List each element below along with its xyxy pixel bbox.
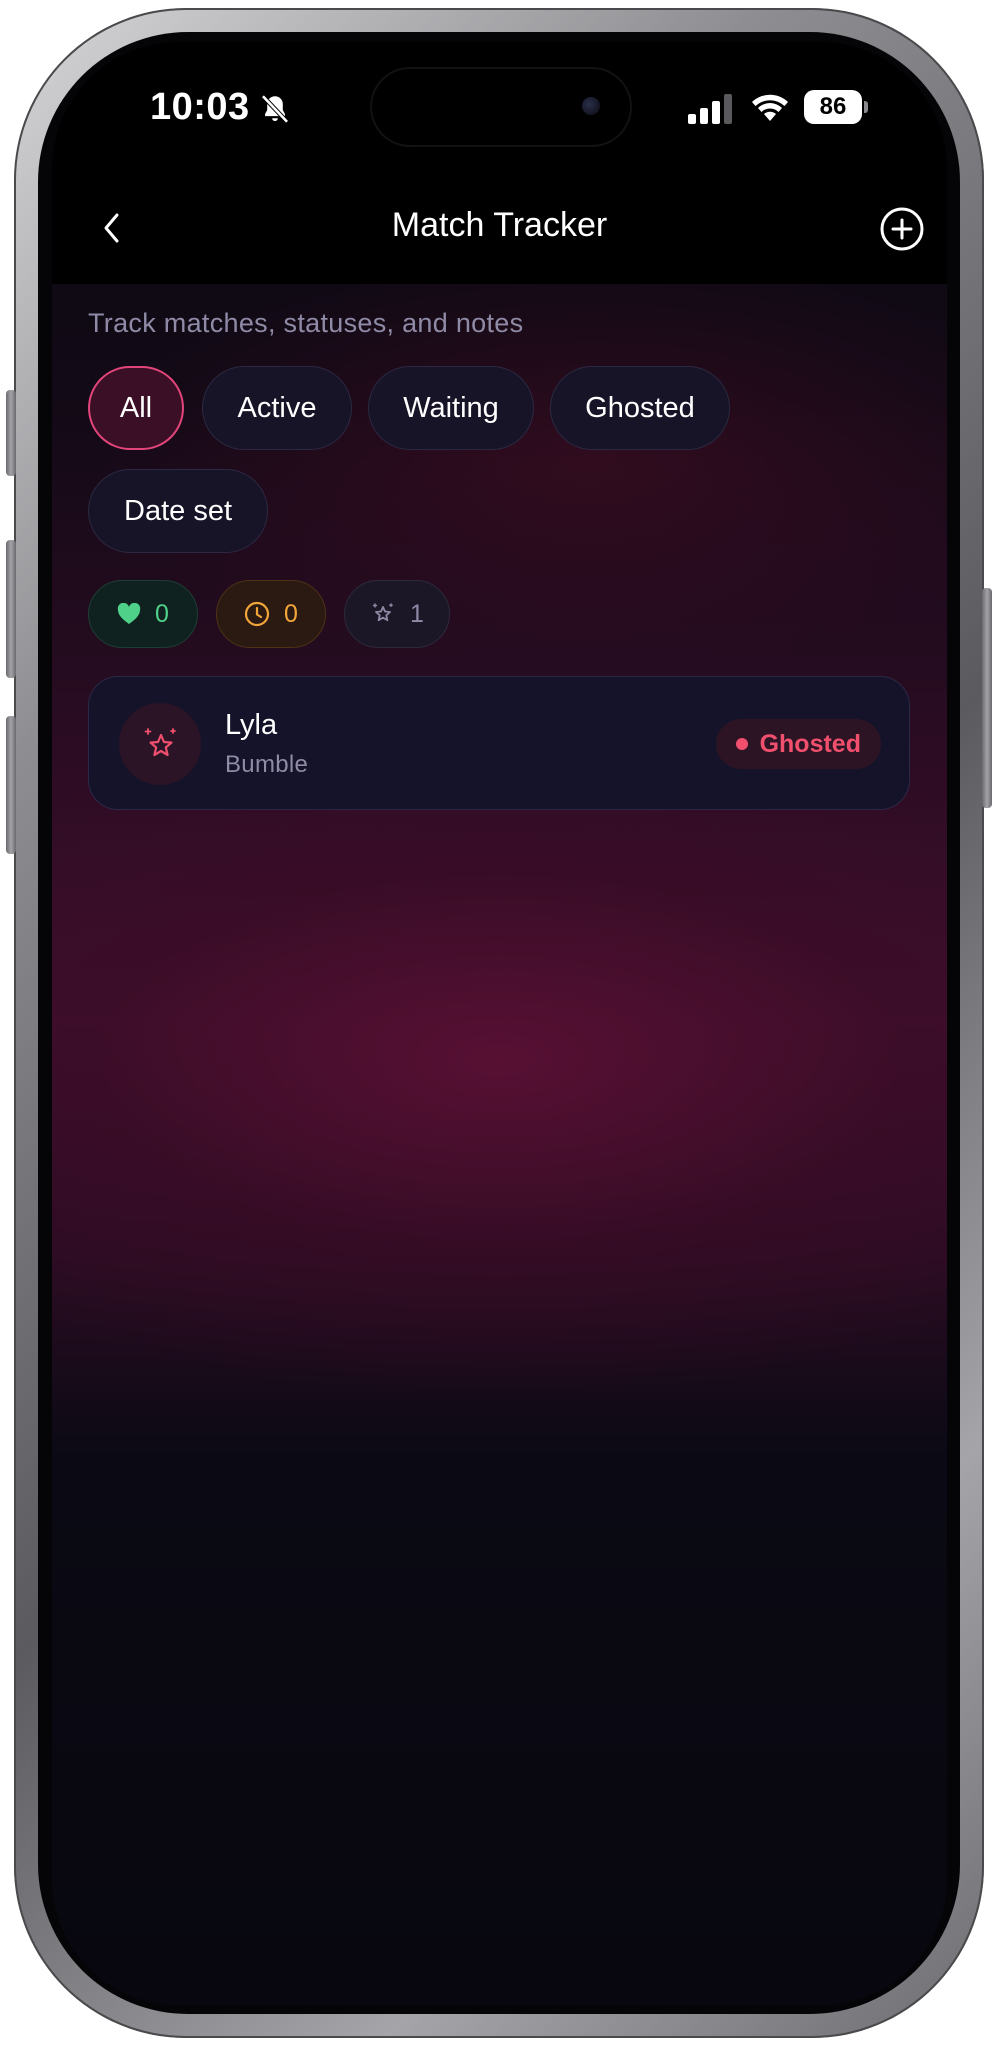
volume-up-button	[6, 540, 16, 678]
wifi-icon	[752, 94, 788, 121]
stat-count: 0	[155, 599, 169, 628]
ghost-star-icon	[372, 603, 393, 622]
status-badge-label: Ghosted	[759, 729, 861, 758]
filter-chip-ghosted[interactable]: Ghosted	[550, 366, 730, 450]
stat-active-count: 0	[88, 580, 198, 648]
power-button	[982, 588, 992, 808]
status-badge: Ghosted	[715, 719, 881, 769]
clock-icon	[244, 601, 270, 627]
match-card[interactable]: Lyla Bumble Ghosted	[88, 676, 910, 810]
page-subtitle: Track matches, statuses, and notes	[88, 308, 524, 338]
filter-chip-label: Active	[237, 391, 317, 424]
signal-icon	[688, 94, 732, 124]
heart-icon	[117, 603, 141, 624]
match-app: Bumble	[225, 751, 309, 778]
stat-ghosted-count: 1	[344, 580, 450, 648]
filter-chip-label: Date set	[124, 494, 232, 527]
stat-waiting-count: 0	[216, 580, 326, 648]
sparkle-star-icon	[144, 728, 176, 757]
dynamic-island	[372, 69, 630, 145]
filter-chip-label: Waiting	[403, 391, 499, 424]
phone-screen: 10:03 86 Match Tracker Track matches, st…	[52, 42, 947, 2005]
stat-count: 1	[410, 599, 424, 628]
match-name: Lyla	[225, 709, 278, 741]
volume-down-button	[6, 716, 16, 854]
nav-header: Match Tracker	[52, 172, 947, 284]
status-bar: 10:03 86	[52, 42, 947, 172]
battery-tip	[864, 101, 868, 113]
battery-icon: 86	[804, 90, 868, 124]
status-time: 10:03	[150, 86, 250, 128]
camera-icon	[582, 97, 600, 115]
filter-chip-label: Ghosted	[585, 391, 695, 424]
filter-chip-all[interactable]: All	[88, 366, 184, 450]
battery-level: 86	[804, 90, 862, 124]
page-title: Match Tracker	[391, 206, 608, 244]
filter-chip-active[interactable]: Active	[202, 366, 352, 450]
add-match-button[interactable]	[879, 206, 925, 252]
bell-slash-icon	[261, 94, 289, 124]
status-dot	[735, 738, 748, 750]
stat-count: 0	[284, 599, 298, 628]
action-button	[6, 390, 16, 476]
avatar	[119, 703, 201, 785]
filter-chip-label: All	[119, 391, 153, 424]
filter-chip-date-set[interactable]: Date set	[88, 469, 268, 553]
filter-chip-waiting[interactable]: Waiting	[368, 366, 534, 450]
